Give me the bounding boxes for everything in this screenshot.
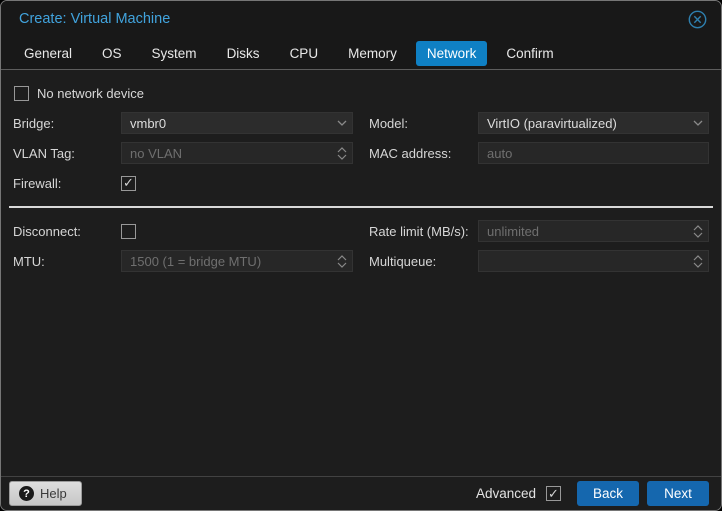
mtu-label: MTU: [13, 254, 121, 269]
vlan-tag-input[interactable] [122, 143, 352, 163]
back-button[interactable]: Back [577, 481, 639, 506]
vlan-tag-label: VLAN Tag: [13, 146, 121, 161]
help-button[interactable]: ? Help [9, 481, 82, 506]
create-vm-dialog: Create: Virtual Machine General OS Syste… [0, 0, 722, 511]
close-icon[interactable] [688, 10, 707, 29]
mtu-input[interactable] [122, 251, 352, 271]
firewall-checkbox[interactable] [121, 176, 136, 191]
advanced-checkbox[interactable] [546, 486, 561, 501]
no-network-device-label: No network device [37, 86, 144, 101]
chevron-down-icon[interactable] [693, 113, 703, 133]
bridge-label: Bridge: [13, 116, 121, 131]
tab-cpu[interactable]: CPU [279, 41, 330, 66]
dialog-footer: ? Help Advanced Back Next [1, 476, 721, 510]
model-combo [478, 112, 709, 134]
model-label: Model: [369, 116, 478, 131]
spinner-up-down-icon[interactable] [337, 143, 347, 163]
rate-limit-label: Rate limit (MB/s): [369, 224, 478, 239]
question-mark-icon: ? [19, 486, 34, 501]
spinner-up-down-icon[interactable] [337, 251, 347, 271]
disconnect-label: Disconnect: [13, 224, 121, 239]
tab-general[interactable]: General [13, 41, 83, 66]
help-button-label: Help [40, 486, 67, 501]
vlan-tag-spinner [121, 142, 353, 164]
rate-limit-input[interactable] [479, 221, 708, 241]
multiqueue-spinner [478, 250, 709, 272]
dialog-titlebar: Create: Virtual Machine [1, 1, 721, 37]
dialog-title: Create: Virtual Machine [19, 11, 170, 27]
model-input[interactable] [479, 113, 708, 133]
next-button[interactable]: Next [647, 481, 709, 506]
spinner-up-down-icon[interactable] [693, 251, 703, 271]
tab-confirm[interactable]: Confirm [495, 41, 564, 66]
mac-address-input[interactable] [479, 143, 708, 163]
tab-network[interactable]: Network [416, 41, 488, 66]
chevron-down-icon[interactable] [337, 113, 347, 133]
no-network-device-checkbox[interactable] [14, 86, 29, 101]
multiqueue-input[interactable] [479, 251, 708, 271]
firewall-label: Firewall: [13, 176, 121, 191]
multiqueue-label: Multiqueue: [369, 254, 478, 269]
bridge-combo [121, 112, 353, 134]
advanced-section-divider [9, 206, 713, 208]
bridge-input[interactable] [122, 113, 352, 133]
tab-disks[interactable]: Disks [216, 41, 271, 66]
wizard-tabbar: General OS System Disks CPU Memory Netwo… [1, 37, 721, 70]
advanced-label: Advanced [476, 486, 536, 501]
mac-address-label: MAC address: [369, 146, 478, 161]
disconnect-checkbox[interactable] [121, 224, 136, 239]
tab-memory[interactable]: Memory [337, 41, 408, 66]
rate-limit-spinner [478, 220, 709, 242]
tab-os[interactable]: OS [91, 41, 133, 66]
mac-address-field [478, 142, 709, 164]
network-form: No network device Bridge: Model: VLAN T [1, 70, 721, 476]
tab-system[interactable]: System [141, 41, 208, 66]
spinner-up-down-icon[interactable] [693, 221, 703, 241]
mtu-spinner [121, 250, 353, 272]
